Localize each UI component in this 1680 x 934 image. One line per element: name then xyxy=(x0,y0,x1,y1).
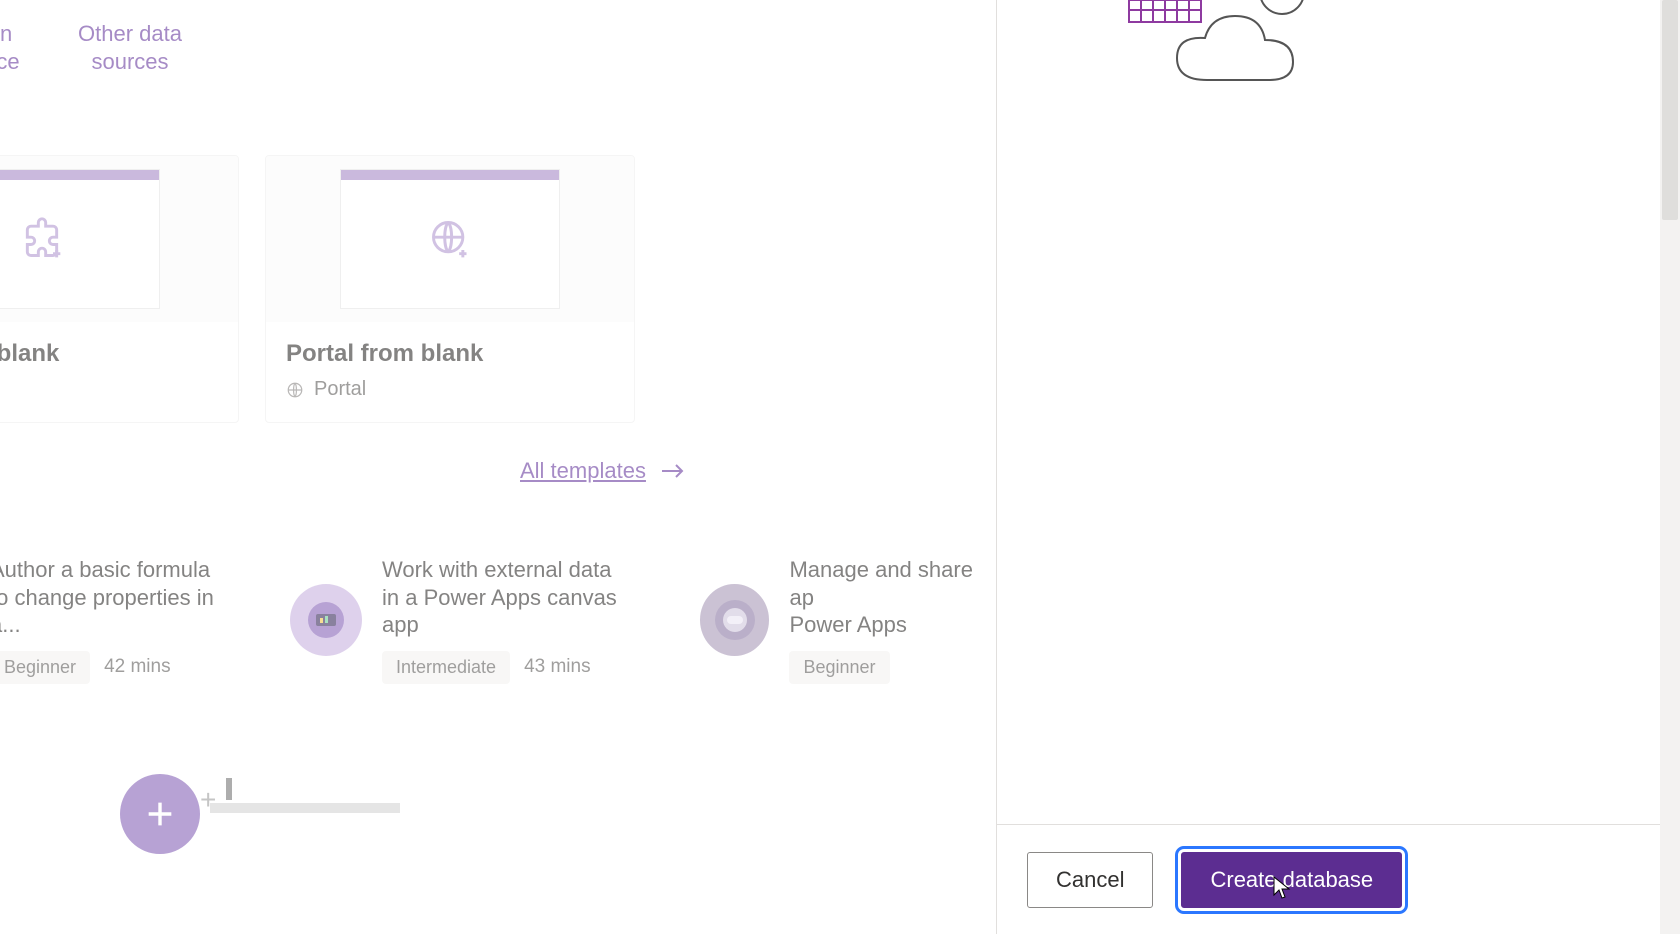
learning-title: Manage and share ap Power Apps xyxy=(789,556,996,639)
template-card-blank-app[interactable]: n app from blank en app xyxy=(0,155,239,423)
learning-badge-icon xyxy=(700,584,769,656)
text-cursor-icon xyxy=(226,778,232,800)
scrollbar-thumb[interactable] xyxy=(1662,0,1678,220)
level-pill: Beginner xyxy=(789,651,889,684)
all-templates-link[interactable]: All templates xyxy=(520,458,686,484)
learning-badge-icon xyxy=(290,584,362,656)
link-text: All templates xyxy=(520,458,646,484)
learning-card[interactable]: Work with external data in a Power Apps … xyxy=(290,560,670,680)
tile-other-data-sources[interactable]: Other data sources xyxy=(68,0,192,75)
globe-plus-icon xyxy=(428,217,472,261)
duration-text: 42 mins xyxy=(104,656,171,678)
button-label: Create database xyxy=(1210,867,1373,893)
learning-title: Author a basic formula to change propert… xyxy=(0,556,230,639)
puzzle-plus-icon xyxy=(20,217,64,261)
data-cloud-illustration xyxy=(1127,0,1327,115)
cancel-button[interactable]: Cancel xyxy=(1027,852,1153,908)
template-card-portal[interactable]: Portal from blank Portal xyxy=(265,155,635,423)
card-subtitle: Portal xyxy=(314,378,366,401)
main-content-scrim: on vice Other data sources n app from bl… xyxy=(0,0,996,934)
plus-icon xyxy=(143,797,177,831)
panel-footer: Cancel Create database xyxy=(997,824,1680,934)
input-underline xyxy=(210,803,400,813)
tile-label: Other data sources xyxy=(78,20,182,75)
learning-card[interactable]: Author a basic formula to change propert… xyxy=(0,560,240,680)
level-pill: Intermediate xyxy=(382,651,510,684)
tile-label: on vice xyxy=(0,20,20,75)
learning-card[interactable]: Manage and share ap Power Apps Beginner xyxy=(700,560,996,680)
learning-title: Work with external data in a Power Apps … xyxy=(382,556,622,639)
globe-icon xyxy=(286,381,304,399)
arrow-right-icon xyxy=(660,461,686,481)
card-thumbnail xyxy=(0,156,238,322)
card-thumbnail xyxy=(266,156,634,322)
duration-text: 43 mins xyxy=(524,656,591,678)
vertical-scrollbar[interactable] xyxy=(1660,0,1680,934)
tile-on-service[interactable]: on vice xyxy=(0,0,60,75)
card-title: Portal from blank xyxy=(286,340,614,368)
add-fab-button[interactable] xyxy=(120,774,200,854)
create-database-button[interactable]: Create database xyxy=(1181,852,1402,908)
card-title: n app from blank xyxy=(0,340,218,368)
create-database-panel: Cancel Create database xyxy=(996,0,1680,934)
level-pill: Beginner xyxy=(0,651,90,684)
